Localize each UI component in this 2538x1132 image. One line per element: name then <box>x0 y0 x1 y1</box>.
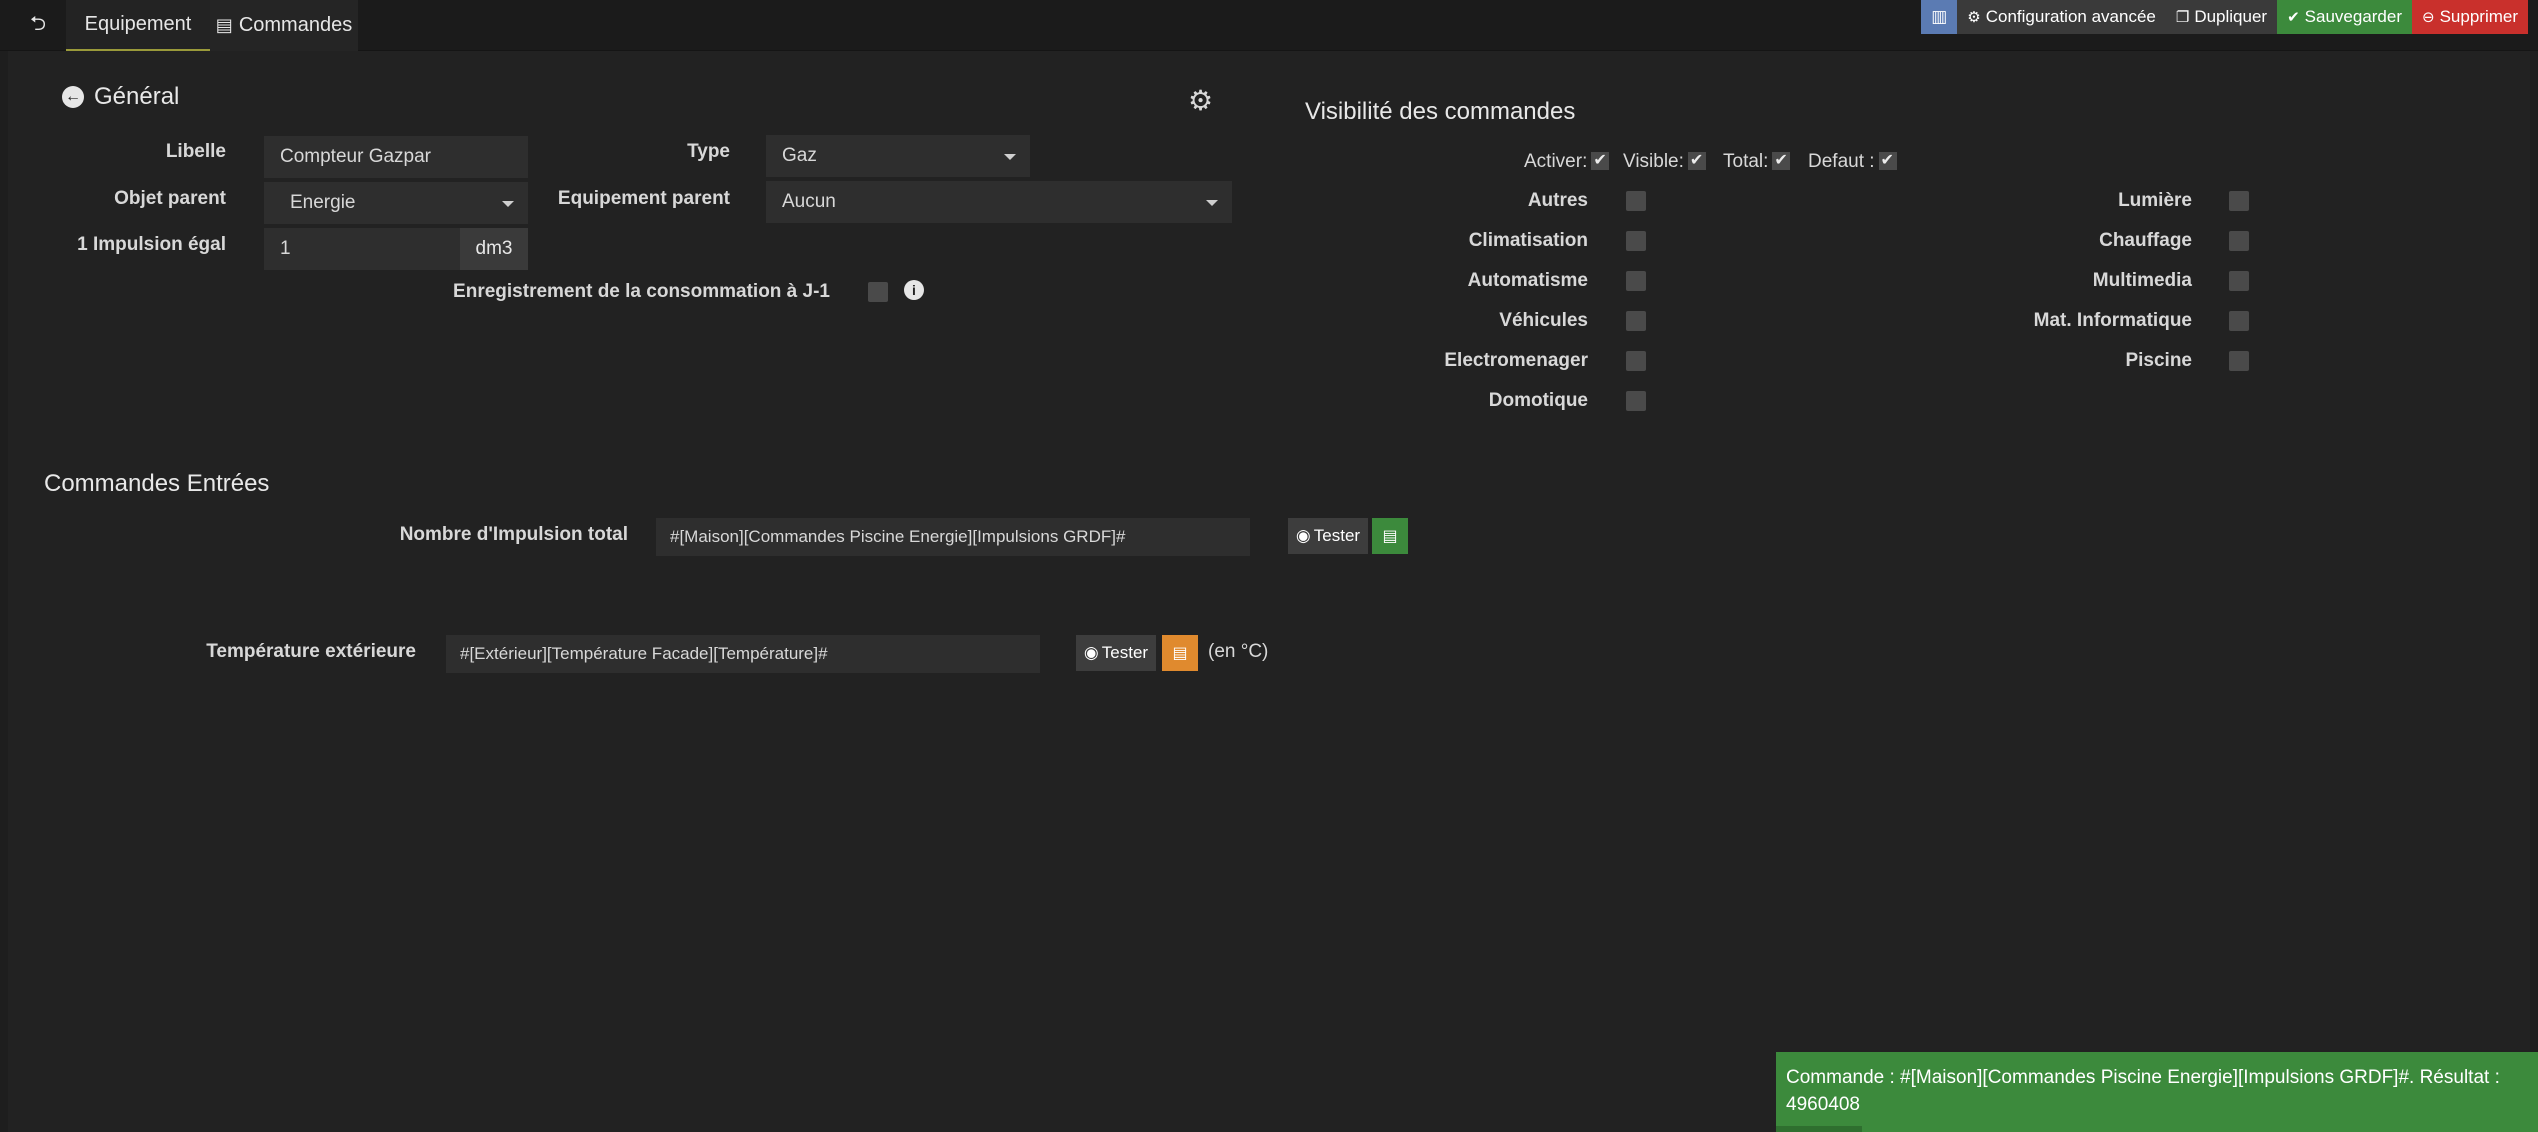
temperature-unit: (en °C) <box>1208 641 1269 662</box>
result-toast[interactable]: Commande : #[Maison][Commandes Piscine E… <box>1776 1052 2538 1132</box>
defaut-label: Defaut : <box>1808 151 1875 172</box>
category-label: Electromenager <box>1444 350 1588 371</box>
minus-circle-icon: ⊖ <box>2422 9 2435 26</box>
total-toggle[interactable]: Total: <box>1723 150 1791 173</box>
tab-commandes[interactable]: ▤ Commandes <box>210 0 358 51</box>
defaut-checkbox[interactable] <box>1878 150 1897 170</box>
tab-equipement-label: Equipement <box>84 13 192 35</box>
general-header: ← Général <box>62 83 179 111</box>
arrow-left-circle-icon[interactable]: ← <box>62 86 84 108</box>
objet-parent-select[interactable]: Energie <box>264 182 528 224</box>
book-icon: ▥ <box>1931 7 1948 26</box>
check-circle-icon: ✔ <box>2287 9 2300 26</box>
category-label: Piscine <box>2125 350 2192 371</box>
category-checkbox[interactable] <box>2229 351 2249 371</box>
category-label: Chauffage <box>2099 230 2192 251</box>
category-checkbox[interactable] <box>2229 271 2249 291</box>
equipement-parent-label: Equipement parent <box>557 188 730 209</box>
info-icon[interactable]: i <box>904 280 924 300</box>
impulsion-input[interactable]: 1 <box>264 228 460 270</box>
impulsion-unit: dm3 <box>460 228 528 270</box>
temperature-label: Température extérieure <box>206 641 416 662</box>
category-label: Autres <box>1527 190 1588 211</box>
libelle-label: Libelle <box>165 141 226 162</box>
visibilite-title: Visibilité des commandes <box>1305 98 1576 125</box>
category-label: Automatisme <box>1467 270 1588 291</box>
sauvegarder-button[interactable]: ✔ Sauvegarder <box>2277 0 2412 34</box>
libelle-input[interactable]: Compteur Gazpar <box>264 136 528 178</box>
category-checkbox[interactable] <box>1626 351 1646 371</box>
rss-icon: ◉ <box>1083 643 1099 662</box>
category-checkbox[interactable] <box>1626 391 1646 411</box>
toast-line-1: Commande : #[Maison][Commandes Piscine E… <box>1786 1067 2500 1088</box>
impulsion-cmd-label: Nombre d'Impulsion total <box>399 524 628 545</box>
list-icon: ▤ <box>215 15 233 35</box>
category-checkbox[interactable] <box>1626 231 1646 251</box>
enregistrement-label: Enregistrement de la consommation à J-1 <box>453 281 830 302</box>
visible-checkbox[interactable] <box>1687 150 1706 170</box>
toast-line-2: 4960408 <box>1786 1094 1860 1115</box>
supprimer-label: Supprimer <box>2439 7 2518 26</box>
doc-button[interactable]: ▥ <box>1921 0 1958 34</box>
action-toolbar: ▥ ⚙ Configuration avancée ❐ Dupliquer ✔ … <box>1921 0 2528 34</box>
top-bar: ⮌ Equipement ▤ Commandes ▥ ⚙ Configurati… <box>0 0 2538 51</box>
category-label: Véhicules <box>1499 310 1588 331</box>
sauvegarder-label: Sauvegarder <box>2304 7 2402 26</box>
cogs-icon: ⚙ <box>1967 9 1981 26</box>
category-label: Lumière <box>2118 190 2192 211</box>
temperature-input[interactable]: #[Extérieur][Température Facade][Tempéra… <box>446 635 1040 673</box>
config-avancee-button[interactable]: ⚙ Configuration avancée <box>1957 0 2166 34</box>
impulsion-cmd-input[interactable]: #[Maison][Commandes Piscine Energie][Imp… <box>656 518 1250 556</box>
rss-icon: ◉ <box>1295 526 1311 545</box>
activer-label: Activer: <box>1524 151 1588 172</box>
commandes-entrees-title: Commandes Entrées <box>44 470 270 497</box>
category-label: Domotique <box>1488 390 1588 411</box>
category-checkbox[interactable] <box>1626 271 1646 291</box>
toast-progress <box>1776 1126 1862 1132</box>
activer-checkbox[interactable] <box>1591 150 1610 170</box>
tester-button[interactable]: ◉ Tester <box>1288 518 1368 554</box>
config-avancee-label: Configuration avancée <box>1985 7 2156 26</box>
category-checkbox[interactable] <box>2229 231 2249 251</box>
activer-toggle[interactable]: Activer: <box>1524 150 1610 173</box>
defaut-toggle[interactable]: Defaut : <box>1808 150 1897 173</box>
back-button[interactable]: ⮌ <box>16 0 60 51</box>
visible-toggle[interactable]: Visible: <box>1623 150 1706 173</box>
category-label: Mat. Informatique <box>2033 310 2192 331</box>
enregistrement-checkbox[interactable] <box>868 282 888 302</box>
category-checkbox[interactable] <box>1626 191 1646 211</box>
select-cmd-button[interactable]: ▤ <box>1372 518 1408 554</box>
type-label: Type <box>687 141 730 162</box>
equipement-parent-select[interactable]: Aucun <box>766 181 1232 223</box>
objet-parent-label: Objet parent <box>114 188 226 209</box>
tab-commandes-label: Commandes <box>238 14 353 36</box>
tester-label: Tester <box>1313 526 1361 545</box>
select-cmd-button[interactable]: ▤ <box>1162 635 1198 671</box>
tester-button[interactable]: ◉ Tester <box>1076 635 1156 671</box>
list-alt-icon: ▤ <box>1172 645 1188 662</box>
dupliquer-button[interactable]: ❐ Dupliquer <box>2165 0 2278 34</box>
category-label: Multimedia <box>2092 270 2192 291</box>
tester-label: Tester <box>1101 643 1149 662</box>
type-select[interactable]: Gaz <box>766 135 1030 177</box>
arrow-left-circle-icon: ⮌ <box>29 12 47 35</box>
list-alt-icon: ▤ <box>1382 528 1398 545</box>
cogs-icon[interactable]: ⚙ <box>1188 84 1213 117</box>
visible-label: Visible: <box>1623 151 1684 172</box>
category-checkbox[interactable] <box>2229 311 2249 331</box>
category-label: Climatisation <box>1468 230 1588 251</box>
total-label: Total: <box>1723 151 1769 172</box>
tab-equipement[interactable]: Equipement <box>66 0 210 51</box>
impulsion-label: 1 Impulsion égal <box>77 234 226 255</box>
dupliquer-label: Dupliquer <box>2194 7 2268 26</box>
category-checkbox[interactable] <box>2229 191 2249 211</box>
copy-icon: ❐ <box>2175 9 2190 26</box>
total-checkbox[interactable] <box>1772 150 1791 170</box>
category-checkbox[interactable] <box>1626 311 1646 331</box>
main-panel: ← Général ⚙ Libelle Compteur Gazpar Type… <box>8 51 2530 1132</box>
general-title: Général <box>94 83 180 110</box>
supprimer-button[interactable]: ⊖ Supprimer <box>2412 0 2528 34</box>
